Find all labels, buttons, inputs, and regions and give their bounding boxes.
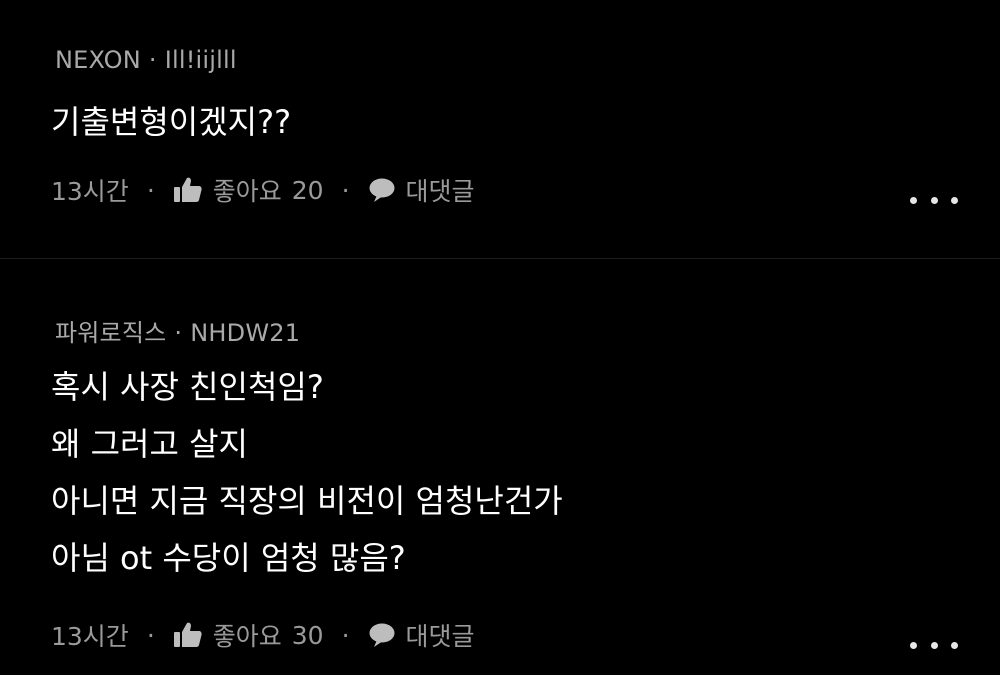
comment: 파워로직스 · NHDW21 혹시 사장 친인척임? 왜 그러고 살지 아니면 지금… bbox=[0, 259, 1000, 675]
reply-label: 대댓글 bbox=[405, 177, 475, 206]
more-dots-icon bbox=[951, 641, 958, 649]
comment-meta: 파워로직스 · NHDW21 bbox=[55, 313, 300, 348]
comment: NEXON · Ill!iijlll 기출변형이겠지?? 13시간 · 좋아요 20… bbox=[0, 0, 1000, 258]
thumbs-up-icon bbox=[173, 622, 202, 647]
more-dots-icon bbox=[930, 196, 938, 204]
speech-bubble-icon bbox=[369, 178, 395, 202]
comment-line: 아님 ot 수당이 엄청 많음? bbox=[51, 539, 406, 577]
more-dots-icon bbox=[951, 196, 958, 204]
like-label: 좋아요 bbox=[212, 177, 282, 206]
comment-actions: 13시간 · 좋아요 30 · 대댓글 bbox=[51, 617, 475, 653]
like-button[interactable]: 좋아요 30 bbox=[173, 617, 324, 653]
author-name[interactable]: NHDW21 bbox=[190, 319, 300, 347]
author-name[interactable]: Ill!iijlll bbox=[165, 46, 237, 74]
more-dots-icon bbox=[910, 196, 917, 204]
reply-button[interactable]: 대댓글 bbox=[368, 172, 475, 208]
comment-line: 왜 그러고 살지 bbox=[51, 425, 248, 463]
company-name[interactable]: NEXON bbox=[55, 46, 141, 74]
comment-line: 혹시 사장 친인척임? bbox=[51, 368, 324, 406]
comment-line: 기출변형이겠지?? bbox=[51, 103, 292, 141]
reply-button[interactable]: 대댓글 bbox=[368, 617, 475, 653]
action-separator: · bbox=[341, 620, 350, 650]
more-dots-icon bbox=[930, 641, 938, 649]
like-label: 좋아요 bbox=[212, 622, 282, 651]
like-count: 20 bbox=[291, 175, 324, 205]
comment-body: 기출변형이겠지?? bbox=[51, 94, 291, 151]
comment-meta: NEXON · Ill!iijlll bbox=[55, 46, 237, 74]
comment-line: 아니면 지금 직장의 비전이 엄청난건가 bbox=[51, 482, 563, 520]
thumbs-up-icon bbox=[173, 177, 202, 202]
comment-body: 혹시 사장 친인척임? 왜 그러고 살지 아니면 지금 직장의 비전이 엄청난건… bbox=[51, 359, 563, 587]
more-options-button[interactable] bbox=[910, 635, 958, 655]
meta-separator: · bbox=[148, 46, 157, 74]
comment-actions: 13시간 · 좋아요 20 · 대댓글 bbox=[51, 172, 475, 208]
action-separator: · bbox=[146, 620, 155, 650]
timestamp: 13시간 bbox=[51, 622, 129, 651]
company-name[interactable]: 파워로직스 bbox=[55, 319, 166, 347]
speech-bubble-icon bbox=[369, 623, 395, 647]
action-separator: · bbox=[146, 175, 155, 205]
more-dots-icon bbox=[910, 641, 917, 649]
more-options-button[interactable] bbox=[910, 190, 958, 210]
reply-label: 대댓글 bbox=[405, 622, 475, 651]
timestamp: 13시간 bbox=[51, 177, 129, 206]
like-button[interactable]: 좋아요 20 bbox=[173, 172, 324, 208]
meta-separator: · bbox=[174, 319, 183, 347]
like-count: 30 bbox=[291, 620, 324, 650]
action-separator: · bbox=[341, 175, 350, 205]
